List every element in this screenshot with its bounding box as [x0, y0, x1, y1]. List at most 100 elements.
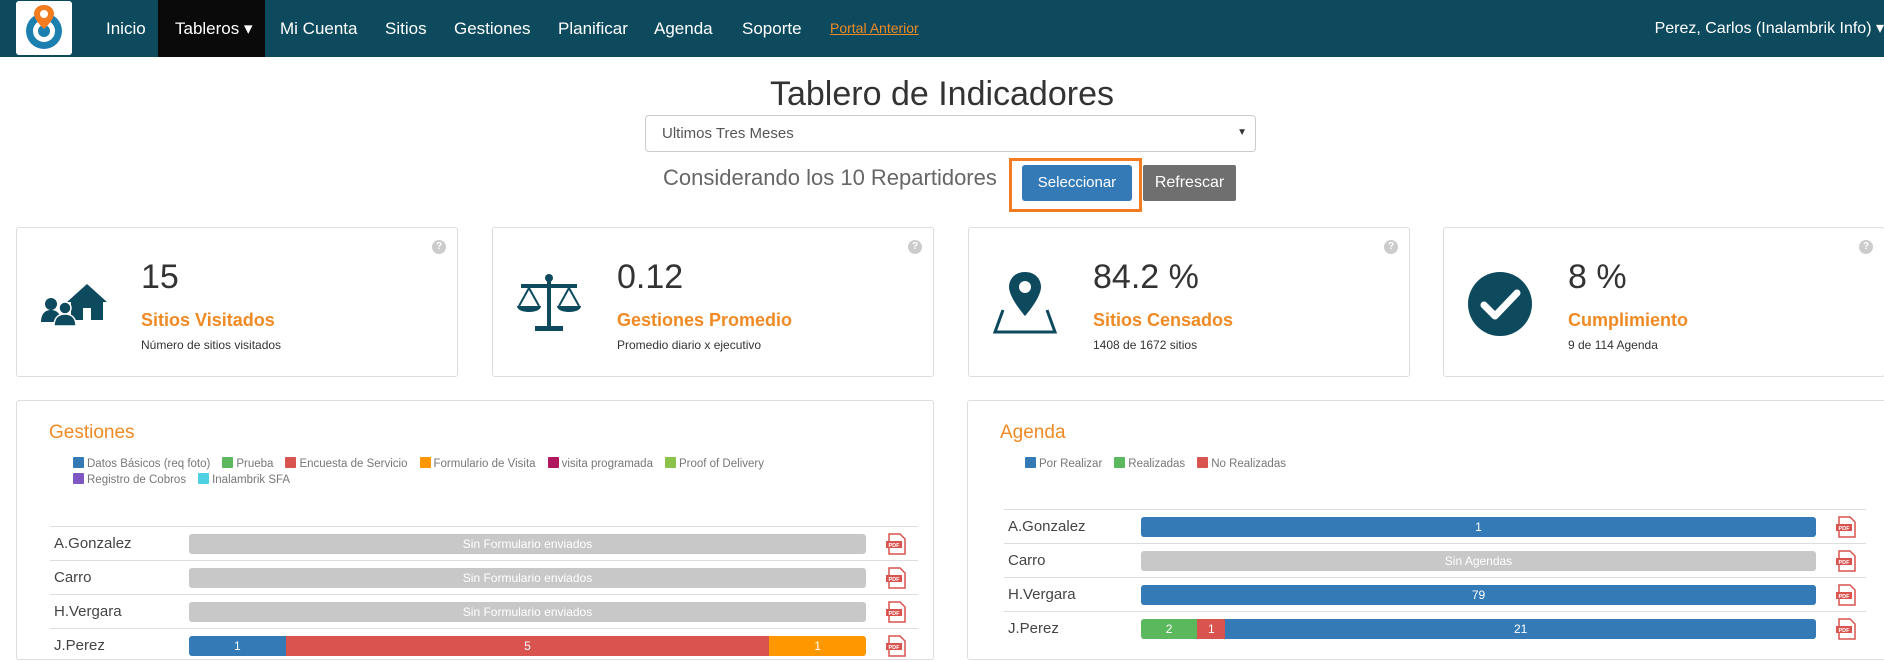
legend-label: visita programada [561, 458, 653, 470]
caret-down-icon: ▼ [1237, 127, 1247, 138]
svg-text:PDF: PDF [889, 611, 901, 617]
nav-tableros[interactable]: Tableros ▾ [158, 0, 265, 57]
kpi-card-sitios-visitados: ? 15 Sitios Visitados Número de sitios v… [16, 227, 458, 377]
pdf-icon[interactable]: PDF [885, 635, 907, 657]
nav-planificar[interactable]: Planificar [558, 0, 628, 57]
legend-item[interactable]: Inalambrik SFA [198, 472, 290, 488]
legend-label: Formulario de Visita [433, 458, 536, 470]
bar-segment[interactable]: 2 [1141, 619, 1198, 639]
bar-segment[interactable]: 21 [1225, 619, 1816, 639]
legend-label: No Realizadas [1211, 458, 1286, 470]
users-house-icon [41, 284, 107, 327]
kpi-value: 84.2 % [1093, 258, 1199, 296]
agenda-legend: Por Realizar Realizadas No Realizadas [1025, 456, 1625, 472]
svg-text:PDF: PDF [1839, 594, 1851, 600]
legend-item[interactable]: Encuesta de Servicio [285, 456, 408, 472]
kpi-value: 0.12 [617, 258, 684, 296]
legend-swatch [73, 457, 84, 468]
legend-swatch [1025, 457, 1036, 468]
legend-label: Realizadas [1128, 458, 1186, 470]
kpi-label: Cumplimiento [1568, 310, 1688, 330]
table-row: H.Vergara 79 PDF [1004, 577, 1866, 611]
bar-segment[interactable]: 1 [769, 636, 866, 656]
empty-bar: Sin Agendas [1141, 551, 1816, 571]
legend-swatch [419, 457, 431, 468]
bar-segment[interactable]: 79 [1141, 585, 1816, 605]
period-select[interactable]: Ultimos Tres Meses ▼ [645, 115, 1256, 152]
svg-text:PDF: PDF [1839, 628, 1851, 634]
svg-text:PDF: PDF [889, 645, 901, 651]
legend-label: Datos Básicos (req foto) [87, 458, 211, 470]
app-logo[interactable] [16, 1, 72, 55]
legend-label: Proof of Delivery [678, 458, 764, 470]
kpi-description: 9 de 114 Agenda [1568, 338, 1658, 352]
table-row: Carro Sin Formulario enviados PDF [50, 560, 918, 594]
svg-text:PDF: PDF [889, 543, 901, 549]
help-icon[interactable]: ? [432, 240, 446, 254]
check-circle-icon [1468, 272, 1532, 336]
refresh-button[interactable]: Refrescar [1143, 165, 1236, 201]
pdf-icon[interactable]: PDF [885, 601, 907, 623]
bar-segment[interactable]: 1 [1141, 517, 1816, 537]
legend-item[interactable]: Formulario de Visita [419, 456, 536, 472]
legend-swatch [285, 457, 297, 468]
pdf-icon[interactable]: PDF [1835, 516, 1857, 538]
legend-item[interactable]: Por Realizar [1025, 456, 1102, 472]
legend-swatch [1197, 457, 1209, 468]
legend-item[interactable]: Datos Básicos (req foto) [73, 456, 210, 472]
bar-segment[interactable]: 5 [285, 636, 770, 656]
agenda-title: Agenda [1000, 422, 1066, 443]
nav-gestiones[interactable]: Gestiones [454, 0, 531, 57]
nav-portal-anterior-link[interactable]: Portal Anterior [830, 0, 919, 57]
pdf-icon[interactable]: PDF [1835, 550, 1857, 572]
help-icon[interactable]: ? [1859, 240, 1873, 254]
kpi-label: Sitios Visitados [141, 310, 275, 330]
pdf-icon[interactable]: PDF [885, 533, 907, 555]
gestiones-legend: Datos Básicos (req foto) Prueba Encuesta d… [73, 456, 853, 488]
user-menu[interactable]: Perez, Carlos (Inalambrik Info) ▾ [1655, 0, 1884, 57]
kpi-label: Sitios Censados [1093, 310, 1234, 330]
legend-item[interactable]: visita programada [547, 456, 653, 472]
kpi-value: 8 % [1568, 258, 1627, 296]
kpi-description: Promedio diario x ejecutivo [617, 338, 762, 352]
table-row: J.Perez 1 5 1 PDF [50, 628, 918, 662]
legend-item[interactable]: Registro de Cobros [73, 472, 186, 488]
kpi-description: 1408 de 1672 sitios [1093, 338, 1198, 352]
period-select-value: Ultimos Tres Meses [662, 125, 794, 142]
table-row: A.Gonzalez Sin Formulario enviados PDF [50, 526, 918, 560]
nav-inicio[interactable]: Inicio [106, 0, 146, 57]
legend-item[interactable]: No Realizadas [1197, 456, 1286, 472]
table-row: H.Vergara Sin Formulario enviados PDF [50, 594, 918, 628]
nav-agenda[interactable]: Agenda [654, 0, 713, 57]
legend-label: Prueba [236, 458, 274, 470]
pdf-icon[interactable]: PDF [1835, 618, 1857, 640]
svg-text:PDF: PDF [1839, 526, 1851, 532]
pdf-icon[interactable]: PDF [885, 567, 907, 589]
stacked-bar: 2 1 21 [1141, 619, 1816, 639]
agenda-panel: Agenda Por Realizar Realizadas No Realizad… [967, 400, 1884, 660]
legend-item[interactable]: Prueba [222, 456, 273, 472]
kpi-card-cumplimiento: ? 8 % Cumplimiento 9 de 114 Agenda [1443, 227, 1884, 377]
legend-swatch [222, 457, 234, 468]
page-title: Tablero de Indicadores [769, 75, 1114, 113]
legend-swatch [198, 473, 210, 484]
legend-item[interactable]: Realizadas [1114, 456, 1185, 472]
kpi-card-gestiones-promedio: ? 0.12 Gestiones Promedio Promedio diari… [492, 227, 934, 377]
pdf-icon[interactable]: PDF [1835, 584, 1857, 606]
row-name: J.Perez [54, 637, 105, 654]
top-navbar: Inicio Tableros ▾ Mi Cuenta Sitios Gesti… [0, 0, 1884, 57]
bar-segment[interactable]: 1 [1197, 619, 1226, 639]
help-icon[interactable]: ? [1384, 240, 1398, 254]
select-button[interactable]: Seleccionar [1022, 165, 1132, 201]
empty-bar: Sin Formulario enviados [189, 602, 866, 622]
legend-swatch [1114, 457, 1126, 468]
nav-mi-cuenta[interactable]: Mi Cuenta [280, 0, 357, 57]
considering-text: Considerando los 10 Repartidores [663, 165, 997, 190]
row-name: A.Gonzalez [54, 535, 132, 552]
nav-soporte[interactable]: Soporte [742, 0, 802, 57]
kpi-card-sitios-censados: ? 84.2 % Sitios Censados 1408 de 1672 si… [968, 227, 1410, 377]
help-icon[interactable]: ? [908, 240, 922, 254]
nav-sitios[interactable]: Sitios [385, 0, 427, 57]
legend-item[interactable]: Proof of Delivery [664, 456, 764, 472]
bar-segment[interactable]: 1 [189, 636, 286, 656]
